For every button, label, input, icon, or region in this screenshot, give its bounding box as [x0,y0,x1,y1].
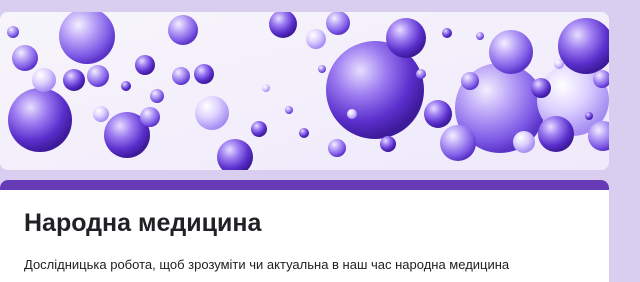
purple-bubbles-illustration [0,12,609,170]
form-title: Народна медицина [24,209,262,237]
header-banner-image [0,12,609,170]
form-page: Народна медицина Дослідницька робота, що… [0,0,640,282]
form-accent-bar [0,180,609,190]
form-header-card: Народна медицина Дослідницька робота, що… [0,180,609,282]
page-background-strip [609,0,640,282]
form-description: Дослідницька робота, щоб зрозуміти чи ак… [24,257,510,272]
